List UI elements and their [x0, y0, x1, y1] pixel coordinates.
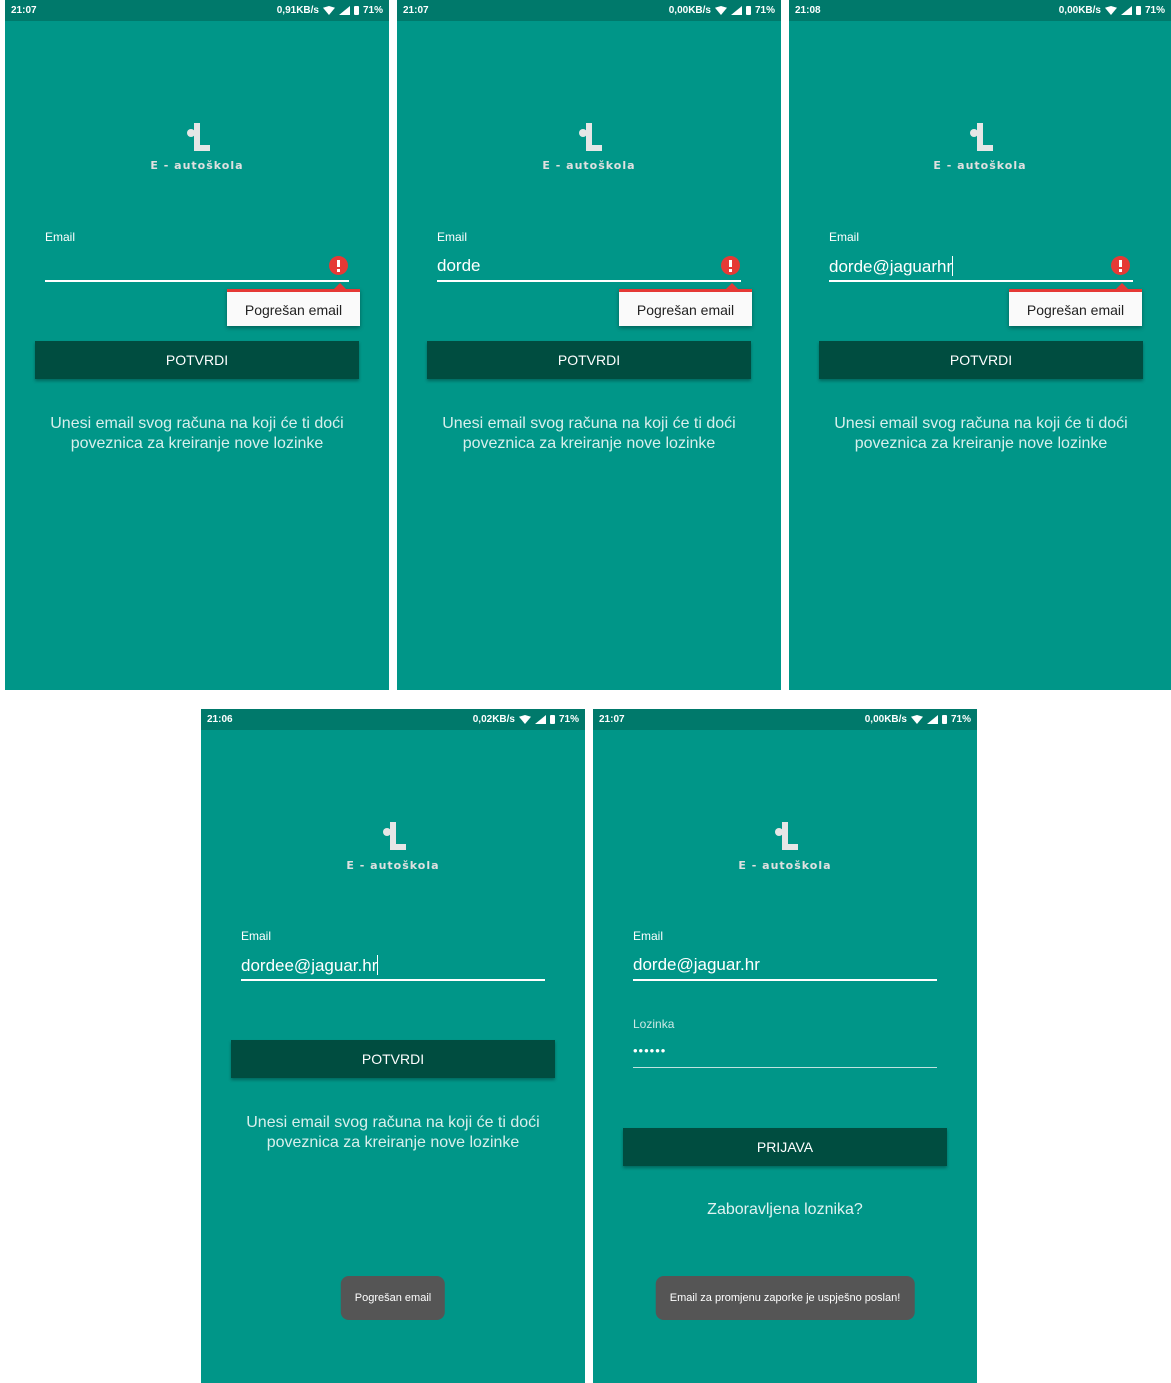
error-text: Pogrešan email: [244, 302, 343, 318]
error-popup: Pogrešan email: [227, 283, 360, 326]
email-field[interactable]: dordee@jaguar.hr: [241, 955, 379, 976]
phone-screen-5: 21:07 0,00KB/s 71% E - autoškola Email d…: [593, 709, 977, 1383]
confirm-button[interactable]: POTVRDI: [231, 1040, 555, 1078]
signal-icon: [1120, 6, 1132, 15]
email-value: dorde@jaguarhr: [829, 257, 953, 276]
text-cursor: [377, 955, 379, 975]
app-logo: [789, 123, 1171, 160]
network-speed: 0,00KB/s: [668, 5, 711, 16]
app-logo: [593, 822, 977, 859]
text-cursor: [952, 256, 954, 276]
status-bar: 21:07 0,00KB/s 71%: [397, 0, 781, 21]
logo-text: E - autoškola: [542, 159, 636, 172]
confirm-button[interactable]: POTVRDI: [35, 341, 359, 379]
status-time: 21:07: [11, 5, 37, 16]
toast-message: Email za promjenu zaporke je uspješno po…: [655, 1276, 915, 1320]
logo-icon: [378, 822, 408, 854]
phone-screen-1: 21:07 0,91KB/s 71% E - autoškola Email P…: [5, 0, 389, 690]
email-underline: [829, 280, 1133, 282]
error-icon: [329, 256, 348, 275]
error-popup: Pogrešan email: [619, 283, 752, 326]
password-underline: [633, 1067, 937, 1068]
battery-level: 71%: [1144, 5, 1165, 16]
logo-icon: [182, 123, 212, 155]
app-logo: [5, 123, 389, 160]
instruction-text: Unesi email svog računa na koji će ti do…: [834, 415, 1128, 452]
logo-text: E - autoškola: [150, 159, 244, 172]
wifi-icon: [910, 715, 923, 724]
wifi-icon: [714, 6, 727, 15]
password-label: Lozinka: [633, 1017, 675, 1031]
confirm-button[interactable]: POTVRDI: [427, 341, 751, 379]
error-icon: [1111, 256, 1130, 275]
signal-icon: [926, 715, 938, 724]
battery-level: 71%: [950, 714, 971, 725]
status-bar: 21:07 0,91KB/s 71%: [5, 0, 389, 21]
network-speed: 0,00KB/s: [1058, 5, 1101, 16]
error-text: Pogrešan email: [636, 302, 735, 318]
app-logo: [201, 822, 585, 859]
password-field[interactable]: ••••••: [633, 1043, 666, 1058]
signal-icon: [730, 6, 742, 15]
confirm-button[interactable]: POTVRDI: [819, 341, 1143, 379]
battery-icon: [353, 6, 359, 15]
phone-screen-4: 21:06 0,02KB/s 71% E - autoškola Email d…: [201, 709, 585, 1383]
instruction-text: Unesi email svog računa na koji će ti do…: [50, 415, 344, 452]
email-field[interactable]: dorde@jaguar.hr: [633, 955, 760, 975]
battery-icon: [941, 715, 947, 724]
battery-level: 71%: [754, 5, 775, 16]
logo-text: E - autoškola: [346, 859, 440, 872]
logo-icon: [574, 123, 604, 155]
status-time: 21:07: [403, 5, 429, 16]
email-underline: [437, 280, 741, 282]
battery-level: 71%: [558, 714, 579, 725]
signal-icon: [534, 715, 546, 724]
network-speed: 0,00KB/s: [864, 714, 907, 725]
email-label: Email: [241, 929, 272, 943]
email-underline: [241, 979, 545, 981]
email-label: Email: [45, 230, 76, 244]
wifi-icon: [322, 6, 335, 15]
logo-text: E - autoškola: [933, 159, 1027, 172]
signal-icon: [338, 6, 350, 15]
error-popup: Pogrešan email: [1009, 283, 1142, 326]
email-value: dordee@jaguar.hr: [241, 956, 378, 975]
error-icon: [721, 256, 740, 275]
email-label: Email: [633, 929, 664, 943]
error-text: Pogrešan email: [1026, 302, 1125, 318]
battery-icon: [549, 715, 555, 724]
phone-screen-3: 21:08 0,00KB/s 71% E - autoškola Email d…: [789, 0, 1171, 690]
status-time: 21:08: [795, 5, 821, 16]
forgot-password-link[interactable]: Zaboravljena loznika?: [593, 1201, 977, 1219]
email-underline: [45, 280, 349, 282]
email-label: Email: [829, 230, 860, 244]
battery-icon: [745, 6, 751, 15]
wifi-icon: [1104, 6, 1117, 15]
battery-level: 71%: [362, 5, 383, 16]
email-field[interactable]: [45, 255, 325, 277]
logo-icon: [770, 822, 800, 854]
wifi-icon: [518, 715, 531, 724]
logo-icon: [965, 123, 995, 155]
status-time: 21:06: [207, 714, 233, 725]
network-speed: 0,91KB/s: [276, 5, 319, 16]
instruction-text: Unesi email svog računa na koji će ti do…: [442, 415, 736, 452]
email-field[interactable]: dorde: [437, 256, 480, 276]
email-underline: [633, 979, 937, 981]
battery-icon: [1135, 6, 1141, 15]
email-field[interactable]: dorde@jaguarhr: [829, 256, 954, 277]
email-label: Email: [437, 230, 468, 244]
app-logo: [397, 123, 781, 160]
phone-screen-2: 21:07 0,00KB/s 71% E - autoškola Email d…: [397, 0, 781, 690]
status-bar: 21:06 0,02KB/s 71%: [201, 709, 585, 730]
instruction-text: Unesi email svog računa na koji će ti do…: [246, 1114, 540, 1151]
login-button[interactable]: PRIJAVA: [623, 1128, 947, 1166]
logo-text: E - autoškola: [738, 859, 832, 872]
toast-message: Pogrešan email: [340, 1276, 446, 1320]
network-speed: 0,02KB/s: [472, 714, 515, 725]
status-time: 21:07: [599, 714, 625, 725]
status-bar: 21:08 0,00KB/s 71%: [789, 0, 1171, 21]
status-bar: 21:07 0,00KB/s 71%: [593, 709, 977, 730]
